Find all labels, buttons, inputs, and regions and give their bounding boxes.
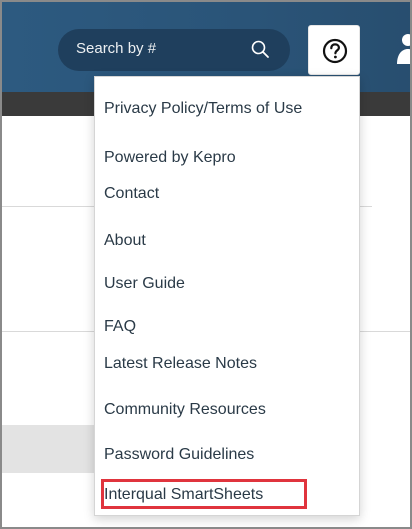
- menu-item-about[interactable]: About: [104, 232, 146, 250]
- highlight-box: [101, 479, 307, 509]
- menu-item-user-guide[interactable]: User Guide: [104, 275, 185, 293]
- menu-item-powered-by[interactable]: Powered by Kepro: [104, 149, 236, 167]
- screenshot-frame: Search by # Privacy Policy/Terms of Use …: [0, 0, 412, 529]
- menu-item-community-resources[interactable]: Community Resources: [104, 401, 266, 419]
- menu-item-faq[interactable]: FAQ: [104, 318, 136, 336]
- menu-item-password-guidelines[interactable]: Password Guidelines: [104, 446, 254, 464]
- menu-item-privacy-policy[interactable]: Privacy Policy/Terms of Use: [104, 100, 302, 118]
- user-icon[interactable]: [394, 30, 412, 66]
- search-input[interactable]: Search by #: [76, 40, 156, 57]
- search-box[interactable]: Search by #: [58, 29, 290, 71]
- menu-item-contact[interactable]: Contact: [104, 185, 159, 203]
- menu-item-release-notes[interactable]: Latest Release Notes: [104, 355, 257, 373]
- help-button[interactable]: [308, 25, 360, 75]
- question-circle-icon: [322, 38, 348, 64]
- search-icon[interactable]: [250, 39, 270, 59]
- help-dropdown-menu: Privacy Policy/Terms of Use Powered by K…: [94, 76, 360, 516]
- background-panel: [2, 425, 94, 473]
